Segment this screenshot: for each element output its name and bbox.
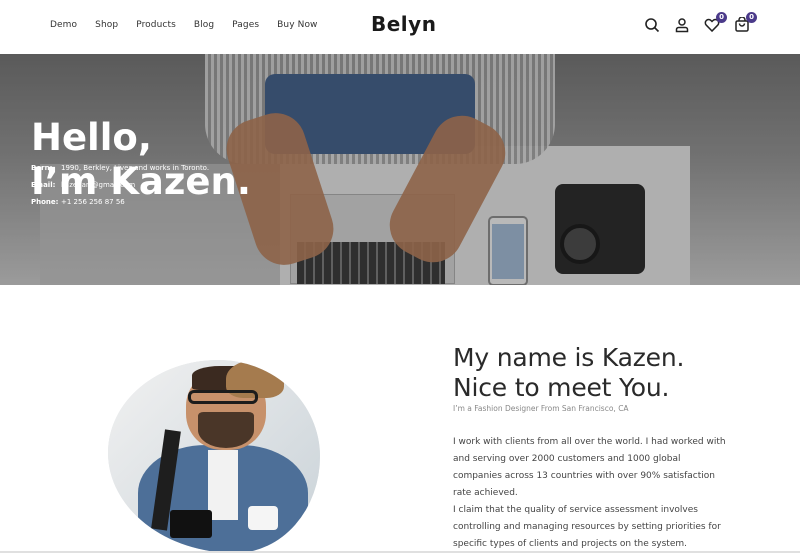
profile-photo-phone [170,510,212,538]
about-subtitle: I’m a Fashion Designer From San Francisc… [453,404,629,413]
info-label: Phone: [31,198,59,206]
about-paragraph-2: I claim that the quality of service asse… [453,505,721,549]
search-icon[interactable] [644,17,660,33]
profile-photo [108,360,320,553]
hero-title-line-1: Hello, [31,116,152,159]
nav-item-demo[interactable]: Demo [50,20,77,30]
cart-icon[interactable]: 0 [734,12,757,33]
profile-photo-shirt [208,450,238,520]
about-heading-line-2: Nice to meet You. [453,373,670,402]
info-label: Email: [31,181,56,189]
about-description: I work with clients from all over the wo… [453,434,728,553]
info-row-born: Born: 1990, Berkley, Lives and works in … [31,164,209,181]
info-value: 1990, Berkley, Lives and works in Toront… [61,164,210,172]
nav-item-products[interactable]: Products [136,20,176,30]
profile-photo-glasses [188,390,258,404]
site-logo[interactable]: Belyn [371,12,436,36]
info-row-email: Email: kazenart@gmail.com [31,181,209,198]
header-actions: 0 0 [644,12,757,33]
info-value-email[interactable]: kazenart@gmail.com [61,181,135,198]
cart-count-badge: 0 [746,12,757,23]
info-label: Born: [31,164,53,172]
about-paragraph-1: I work with clients from all over the wo… [453,437,726,498]
profile-photo-beard [198,412,254,448]
wishlist-heart-icon[interactable]: 0 [704,12,727,33]
profile-photo-cup [248,506,278,530]
about-heading: My name is Kazen. Nice to meet You. [453,343,684,403]
main-nav: Demo Shop Products Blog Pages Buy Now [50,20,336,30]
nav-item-buy-now[interactable]: Buy Now [277,20,317,30]
nav-item-shop[interactable]: Shop [95,20,118,30]
about-heading-line-1: My name is Kazen. [453,343,685,372]
info-row-phone: Phone: +1 256 256 87 56 [31,198,209,215]
wishlist-count-badge: 0 [716,12,727,23]
user-icon[interactable] [674,17,690,33]
nav-item-blog[interactable]: Blog [194,20,214,30]
nav-item-pages[interactable]: Pages [232,20,259,30]
info-value-phone: +1 256 256 87 56 [61,198,125,206]
site-header: Demo Shop Products Blog Pages Buy Now Be… [0,0,800,54]
hero-contact-info: Born: 1990, Berkley, Lives and works in … [31,164,209,215]
